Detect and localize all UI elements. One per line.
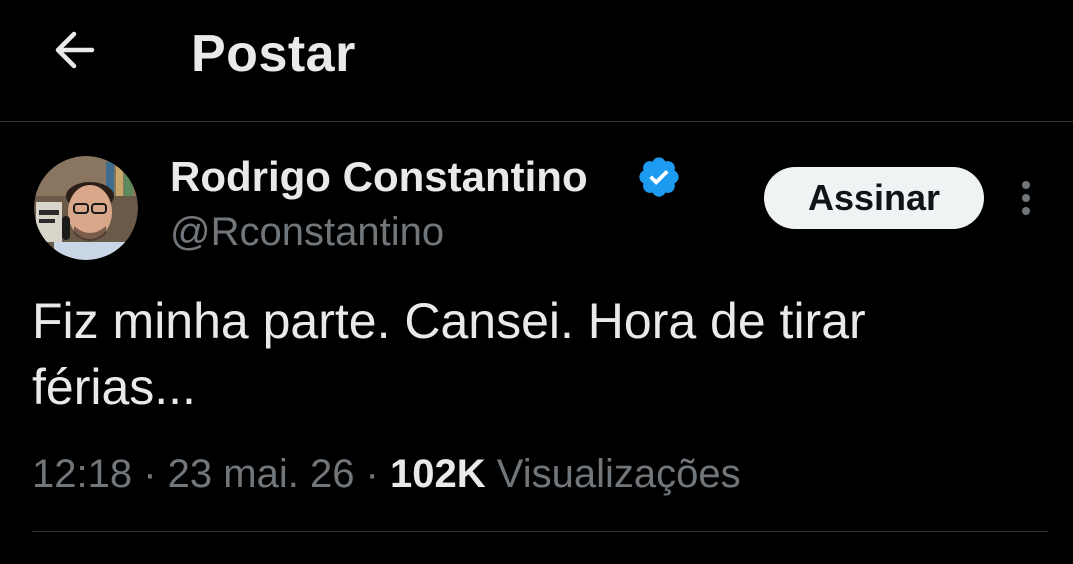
author-name[interactable]: Rodrigo Constantino: [170, 150, 588, 204]
meta-separator: ·: [354, 452, 390, 496]
verified-badge-icon: [639, 157, 679, 197]
post-meta: 12:18 · 23 mai. 26 · 102K Visualizações: [32, 448, 741, 500]
author-avatar[interactable]: [34, 156, 138, 260]
divider: [32, 531, 1048, 532]
more-options-button[interactable]: [1006, 174, 1046, 222]
post-date[interactable]: 23 mai. 26: [168, 452, 355, 496]
meta-separator: ·: [132, 452, 168, 496]
subscribe-button[interactable]: Assinar: [764, 167, 984, 229]
more-vertical-icon: [1022, 181, 1030, 215]
author-handle[interactable]: @Rconstantino: [170, 206, 444, 258]
views-label: Visualizações: [496, 452, 741, 496]
top-bar: Postar: [0, 0, 1073, 122]
back-button[interactable]: [46, 22, 102, 78]
views-count: 102K: [389, 452, 486, 496]
post-time[interactable]: 12:18: [32, 452, 132, 496]
page-title: Postar: [191, 25, 356, 83]
arrow-left-icon: [55, 31, 95, 69]
post-text: Fiz minha parte. Cansei. Hora de tirar f…: [32, 293, 866, 415]
